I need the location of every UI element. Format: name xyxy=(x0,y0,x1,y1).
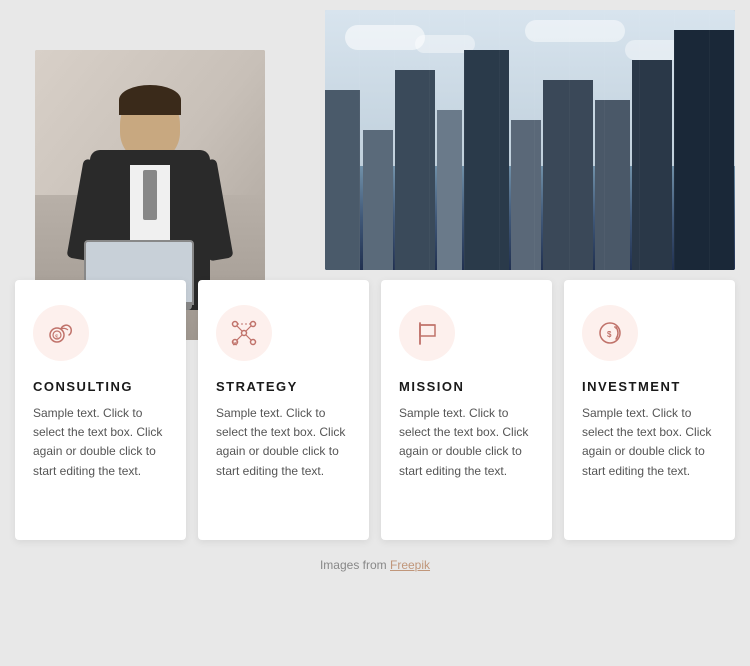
investment-icon: $ xyxy=(596,319,624,347)
mission-text: Sample text. Click to select the text bo… xyxy=(399,404,534,481)
consulting-card[interactable]: $ CONSULTING Sample text. Click to selec… xyxy=(15,280,186,540)
coins-icon: $ xyxy=(47,319,75,347)
cards-section: $ CONSULTING Sample text. Click to selec… xyxy=(0,280,750,540)
footer-credit: Images from Freepik xyxy=(0,558,750,572)
city-image xyxy=(325,10,735,270)
freepik-link[interactable]: Freepik xyxy=(390,558,430,572)
consulting-icon-wrapper: $ xyxy=(33,305,89,361)
image-section xyxy=(0,0,750,310)
svg-text:✕: ✕ xyxy=(232,341,238,347)
consulting-title: CONSULTING xyxy=(33,379,168,394)
investment-text: Sample text. Click to select the text bo… xyxy=(582,404,717,481)
consulting-text: Sample text. Click to select the text bo… xyxy=(33,404,168,481)
mission-card[interactable]: MISSION Sample text. Click to select the… xyxy=(381,280,552,540)
strategy-icon-wrapper: ✕ xyxy=(216,305,272,361)
investment-icon-wrapper: $ xyxy=(582,305,638,361)
flag-icon xyxy=(413,319,441,347)
strategy-card[interactable]: ✕ STRATEGY Sample text. Click to select … xyxy=(198,280,369,540)
page-wrapper: $ CONSULTING Sample text. Click to selec… xyxy=(0,0,750,666)
svg-text:$: $ xyxy=(607,330,612,339)
investment-title: INVESTMENT xyxy=(582,379,717,394)
strategy-text: Sample text. Click to select the text bo… xyxy=(216,404,351,481)
credit-text: Images from xyxy=(320,558,390,572)
mission-icon-wrapper xyxy=(399,305,455,361)
svg-text:$: $ xyxy=(55,335,59,341)
strategy-title: STRATEGY xyxy=(216,379,351,394)
mission-title: MISSION xyxy=(399,379,534,394)
strategy-icon: ✕ xyxy=(230,319,258,347)
investment-card[interactable]: $ INVESTMENT Sample text. Click to selec… xyxy=(564,280,735,540)
